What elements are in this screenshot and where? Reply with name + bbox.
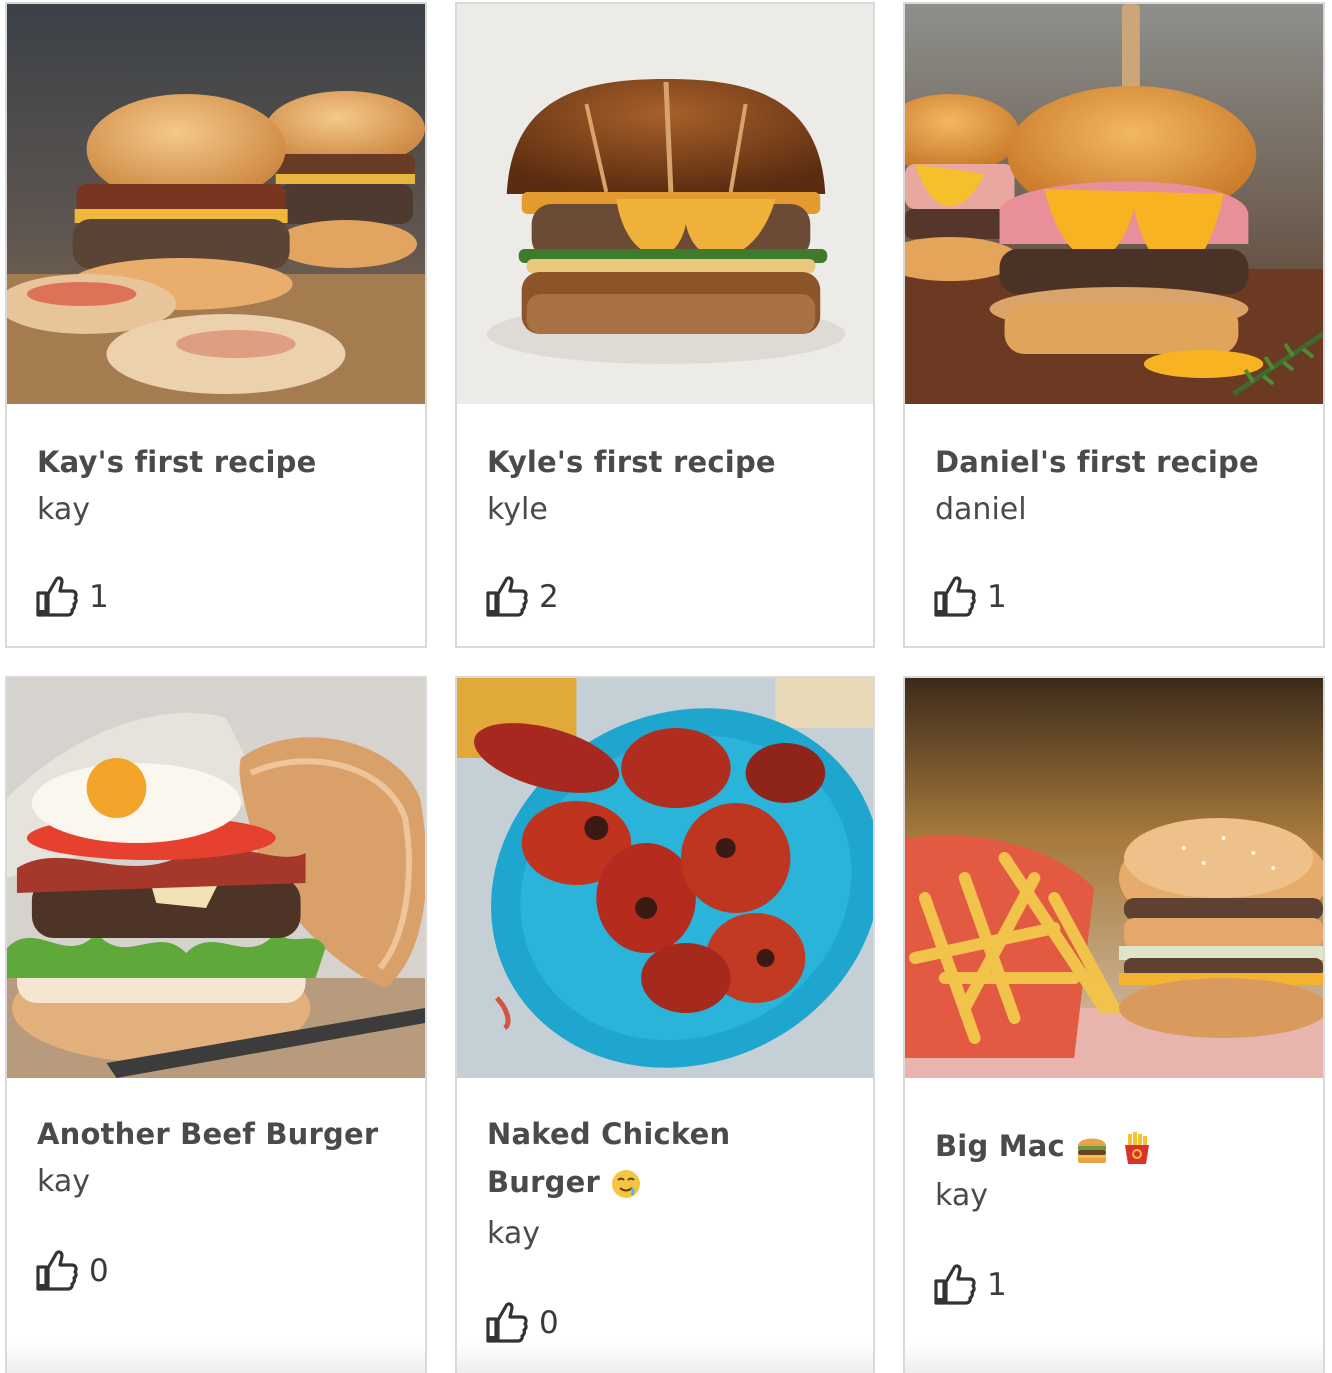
recipe-title[interactable]: Kyle's first recipe [487,438,853,486]
like-count: 0 [539,1305,559,1341]
big-mac-fries-photo [905,678,1323,1078]
drooling-face-emoji [612,1170,641,1198]
like-count: 0 [89,1253,109,1289]
like-count: 1 [89,579,109,615]
thumbs-up-icon[interactable] [485,574,529,620]
recipe-author: daniel [935,492,1027,527]
like-count: 1 [987,579,1007,615]
recipe-card[interactable]: Naked Chicken Burger kay 0 [455,676,875,1373]
recipe-author: kay [487,1216,540,1251]
like-count: 2 [539,579,559,615]
recipe-card[interactable]: Daniel's first recipe daniel 1 [903,2,1325,648]
thumbs-up-icon[interactable] [35,574,79,620]
ham-cheese-burger-photo [905,4,1323,404]
recipe-title-line: Naked Chicken [487,1117,731,1151]
thumbs-up-icon[interactable] [35,1248,79,1294]
recipe-card[interactable]: Big Mac kay 1 [903,676,1325,1373]
recipe-author: kay [935,1178,988,1213]
card-bottom-fade [457,1343,873,1373]
recipe-author: kyle [487,492,548,527]
thumbs-up-icon[interactable] [933,574,977,620]
egg-bacon-burger-photo [7,678,425,1078]
recipe-image[interactable] [905,4,1323,404]
like-control[interactable]: 0 [485,1300,559,1346]
recipe-image[interactable] [457,678,873,1078]
like-control[interactable]: 2 [485,574,559,620]
recipe-title[interactable]: Kay's first recipe [37,438,405,486]
recipe-image[interactable] [7,678,425,1078]
card-bottom-fade [905,1343,1323,1373]
card-bottom-fade [7,1343,425,1373]
chicken-drumsticks-photo [457,678,873,1078]
recipe-card[interactable]: Kay's first recipe kay 1 [5,2,427,648]
recipe-card[interactable]: Another Beef Burger kay 0 [5,676,427,1373]
like-control[interactable]: 0 [35,1248,109,1294]
recipe-image[interactable] [457,4,873,404]
like-count: 1 [987,1267,1007,1303]
burger-sliders-photo [7,4,425,404]
recipe-image[interactable] [7,4,425,404]
recipe-title-line: Burger [487,1165,600,1199]
recipe-title[interactable]: Daniel's first recipe [935,438,1303,486]
recipe-card[interactable]: Kyle's first recipe kyle 2 [455,2,875,648]
recipe-image[interactable] [905,678,1323,1078]
recipe-title[interactable]: Naked Chicken Burger [487,1110,853,1206]
like-control[interactable]: 1 [933,574,1007,620]
pretzel-burger-photo [457,4,873,404]
thumbs-up-icon[interactable] [485,1300,529,1346]
hamburger-emoji [1078,1138,1107,1163]
recipe-title-text: Big Mac [935,1129,1065,1163]
recipe-title[interactable]: Another Beef Burger [37,1110,405,1158]
like-control[interactable]: 1 [35,574,109,620]
like-control[interactable]: 1 [933,1262,1007,1308]
thumbs-up-icon[interactable] [933,1262,977,1308]
recipe-title[interactable]: Big Mac [935,1122,1303,1170]
recipe-author: kay [37,1164,90,1199]
fries-emoji [1124,1132,1149,1164]
recipe-author: kay [37,492,90,527]
